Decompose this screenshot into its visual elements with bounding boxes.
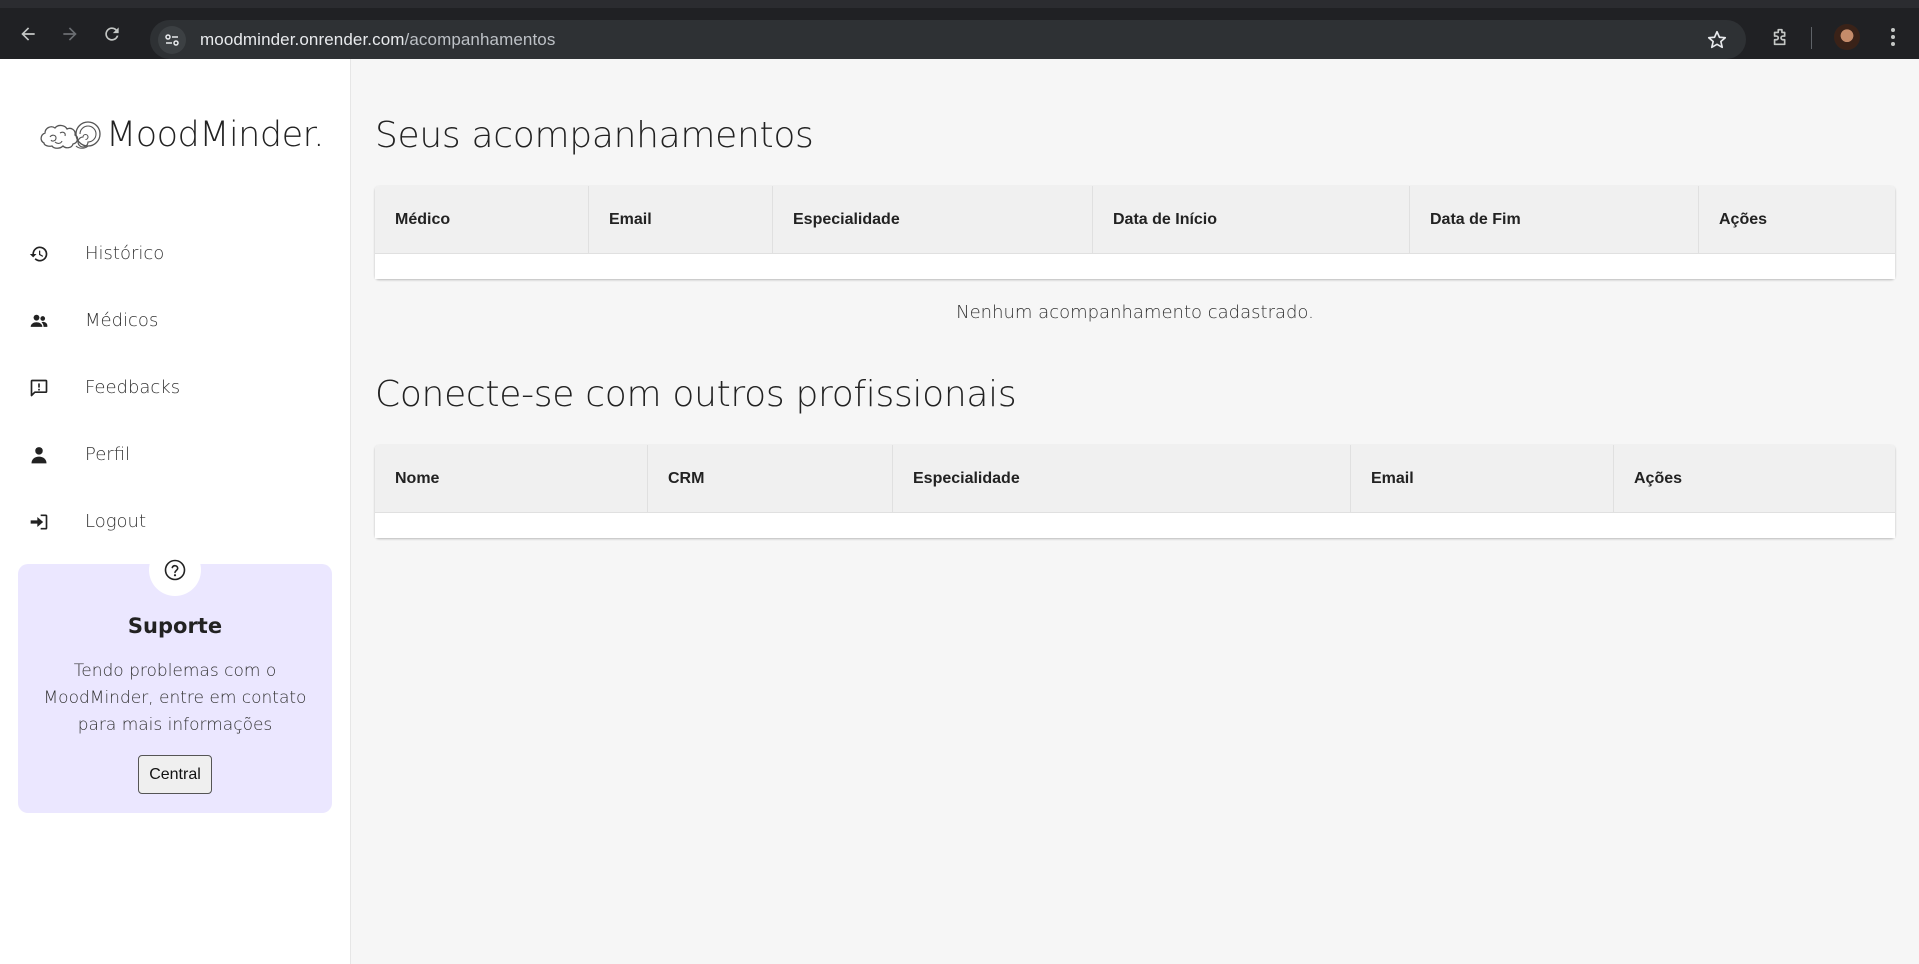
sidebar-item-label: Histórico (85, 243, 165, 264)
users-icon (28, 310, 50, 332)
reload-icon (105, 26, 119, 41)
forward-button[interactable] (56, 20, 84, 48)
section-title: Conecte-se com outros profissionais (375, 374, 1017, 415)
column-header[interactable]: Data de Fim (1410, 186, 1699, 254)
back-button[interactable] (14, 20, 42, 48)
logo-text: MoodMinder. (106, 115, 324, 155)
table-header: Médico Email Especialidade Data de Iníci… (375, 186, 1895, 254)
column-header[interactable]: Email (1351, 445, 1614, 513)
support-card: Suporte Tendo problemas com o MoodMinder… (18, 544, 332, 813)
arrow-right-icon (63, 26, 77, 41)
sidebar: MoodMinder. Histórico Médicos Feedbacks … (0, 59, 351, 964)
sidebar-item-label: Logout (85, 511, 147, 532)
logout-icon (28, 511, 50, 533)
user-icon (28, 444, 50, 466)
profile-avatar[interactable] (1834, 24, 1860, 50)
column-header[interactable]: Ações (1699, 186, 1895, 254)
url-path: /acompanhamentos (404, 29, 556, 49)
page-title: Seus acompanhamentos (375, 115, 814, 156)
browser-toolbar: moodminder.onrender.com/acompanhamentos (0, 0, 1919, 59)
column-header[interactable]: Médico (375, 186, 589, 254)
empty-state-message: Nenhum acompanhamento cadastrado. (956, 302, 1314, 323)
sidebar-item-label: Perfil (85, 444, 131, 465)
table-body (375, 254, 1895, 279)
column-header[interactable]: Email (589, 186, 773, 254)
support-text: Tendo problemas com o MoodMinder, entre … (43, 661, 307, 735)
sidebar-item-historico[interactable]: Histórico (0, 220, 351, 287)
column-header[interactable]: Nome (375, 445, 648, 513)
table-body (375, 513, 1895, 538)
column-header[interactable]: Ações (1614, 445, 1895, 513)
extensions-icon[interactable] (1768, 24, 1794, 50)
column-header[interactable]: CRM (648, 445, 893, 513)
help-badge (149, 544, 201, 596)
sidebar-item-label: Médicos (85, 310, 159, 331)
avatar (1834, 24, 1860, 50)
toolbar-divider (1811, 27, 1812, 49)
url-text: moodminder.onrender.com/acompanhamentos (200, 30, 555, 50)
history-icon (28, 243, 50, 265)
address-bar[interactable]: moodminder.onrender.com/acompanhamentos (150, 20, 1746, 59)
arrow-left-icon (21, 26, 35, 41)
reload-button[interactable] (98, 20, 126, 48)
sidebar-item-feedbacks[interactable]: Feedbacks (0, 354, 351, 421)
column-header[interactable]: Especialidade (773, 186, 1093, 254)
sidebar-item-perfil[interactable]: Perfil (0, 421, 351, 488)
help-circle-icon (164, 559, 186, 581)
sidebar-item-label: Feedbacks (85, 377, 181, 398)
acompanhamentos-table: Médico Email Especialidade Data de Iníci… (375, 186, 1895, 279)
support-title: Suporte (127, 614, 223, 638)
app-logo[interactable]: MoodMinder. (38, 115, 324, 155)
feedback-icon (28, 377, 50, 399)
bookmark-star-icon[interactable] (1706, 29, 1728, 51)
central-button[interactable]: Central (138, 755, 212, 794)
column-header[interactable]: Data de Início (1093, 186, 1410, 254)
brain-logo-icon (40, 121, 101, 149)
table-header: Nome CRM Especialidade Email Ações (375, 445, 1895, 513)
menu-kebab-icon[interactable] (1880, 24, 1906, 50)
sidebar-item-medicos[interactable]: Médicos (0, 287, 351, 354)
url-host: moodminder.onrender.com (200, 29, 405, 49)
sidebar-nav: Histórico Médicos Feedbacks Perfil Logou… (0, 220, 351, 555)
column-header[interactable]: Especialidade (893, 445, 1351, 513)
site-info-icon[interactable] (158, 25, 186, 54)
profissionais-table: Nome CRM Especialidade Email Ações (375, 445, 1895, 538)
